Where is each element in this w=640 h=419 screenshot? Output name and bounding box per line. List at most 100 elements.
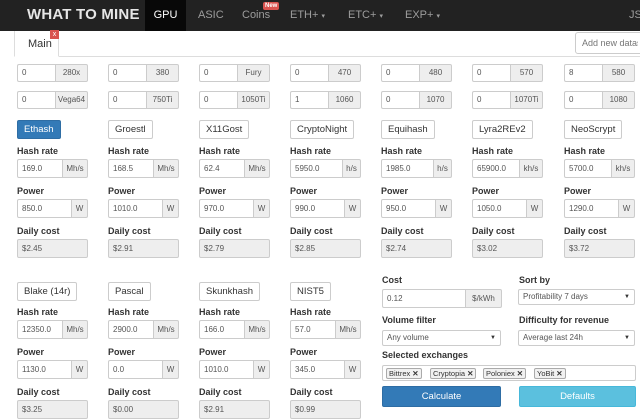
- algo-toggle-button[interactable]: Pascal: [108, 282, 151, 301]
- hashrate-input[interactable]: 168.5: [108, 159, 154, 178]
- gpu-quantity-input[interactable]: 0: [17, 64, 55, 82]
- algo-toggle-button[interactable]: Ethash: [17, 120, 61, 139]
- daily-cost-label: Daily cost: [17, 387, 60, 397]
- power-input[interactable]: 1010.0: [199, 360, 254, 379]
- hashrate-input[interactable]: 62.4: [199, 159, 245, 178]
- daily-cost-value: $0.99: [290, 400, 361, 419]
- hashrate-input[interactable]: 5700.0: [564, 159, 612, 178]
- hashrate-label: Hash rate: [108, 146, 150, 156]
- hashrate-input[interactable]: 2900.0: [108, 320, 154, 339]
- power-input[interactable]: 345.0: [290, 360, 345, 379]
- volume-filter-select[interactable]: Any volume ▼: [382, 330, 501, 346]
- power-unit: W: [163, 199, 179, 218]
- daily-cost-label: Daily cost: [199, 226, 242, 236]
- gpu-quantity-input[interactable]: 0: [108, 91, 146, 109]
- gpu-480: 0 480: [381, 64, 452, 82]
- nav-exp-label: EXP+: [405, 9, 434, 21]
- gpu-model-label: 280x: [55, 64, 88, 82]
- hashrate-unit: h/s: [434, 159, 452, 178]
- gpu-quantity-input[interactable]: 0: [290, 64, 328, 82]
- add-dataset-input[interactable]: [575, 32, 640, 54]
- hashrate-input[interactable]: 166.0: [199, 320, 245, 339]
- hashrate-label: Hash rate: [199, 146, 241, 156]
- nav-eth-dropdown[interactable]: ETH+ ▾: [290, 0, 325, 31]
- nav-coins[interactable]: Coins New: [242, 0, 280, 31]
- hashrate-group: 169.0 Mh/s: [17, 159, 88, 178]
- power-input[interactable]: 950.0: [381, 199, 436, 218]
- gpu-quantity-input[interactable]: 0: [564, 91, 602, 109]
- gpu-quantity-input[interactable]: 0: [381, 64, 419, 82]
- exchange-tag: YoBit ✕: [534, 368, 566, 379]
- cost-input[interactable]: 0.12: [382, 289, 466, 308]
- hashrate-input[interactable]: 12350.0: [17, 320, 63, 339]
- daily-cost-label: Daily cost: [290, 387, 333, 397]
- calculate-button[interactable]: Calculate: [382, 386, 501, 407]
- nav-exp-dropdown[interactable]: EXP+ ▾: [405, 0, 440, 31]
- gpu-quantity-input[interactable]: 0: [381, 91, 419, 109]
- volume-filter-label: Volume filter: [382, 315, 436, 325]
- user-menu[interactable]: JS: [629, 0, 640, 31]
- power-group: 1010.0 W: [108, 199, 179, 218]
- power-input[interactable]: 850.0: [17, 199, 72, 218]
- brand-logo[interactable]: WHAT TO MINE: [27, 6, 140, 23]
- algo-toggle-button[interactable]: Blake (14r): [17, 282, 78, 301]
- algo-toggle-button[interactable]: Groestl: [108, 120, 153, 139]
- hashrate-input[interactable]: 1985.0: [381, 159, 434, 178]
- gpu-model-label: 580: [602, 64, 635, 82]
- sort-select[interactable]: Profitability 7 days ▼: [518, 289, 635, 305]
- gpu-model-label: 570: [510, 64, 543, 82]
- power-input[interactable]: 0.0: [108, 360, 163, 379]
- close-icon[interactable]: x: [50, 30, 59, 39]
- gpu-quantity-input[interactable]: 0: [199, 64, 237, 82]
- hashrate-label: Hash rate: [290, 307, 332, 317]
- hashrate-input[interactable]: 5950.0: [290, 159, 343, 178]
- power-unit: W: [163, 360, 179, 379]
- power-label: Power: [199, 347, 227, 357]
- algo-toggle-button[interactable]: NIST5: [290, 282, 331, 301]
- hashrate-group: 12350.0 Mh/s: [17, 320, 88, 339]
- gpu-quantity-input[interactable]: 0: [199, 91, 237, 109]
- gpu-quantity-input[interactable]: 8: [564, 64, 602, 82]
- exchanges-multiselect[interactable]: Bittrex ✕ Cryptopia ✕ Poloniex ✕ YoBit ✕: [382, 365, 636, 381]
- defaults-button[interactable]: Defaults: [519, 386, 636, 407]
- power-input[interactable]: 970.0: [199, 199, 254, 218]
- chevron-down-icon: ▼: [624, 294, 630, 300]
- difficulty-select[interactable]: Average last 24h ▼: [518, 330, 635, 346]
- power-group: 1050.0 W: [472, 199, 543, 218]
- power-label: Power: [381, 186, 409, 196]
- hashrate-label: Hash rate: [108, 307, 150, 317]
- algo-toggle-button[interactable]: Skunkhash: [199, 282, 261, 301]
- hashrate-input[interactable]: 169.0: [17, 159, 63, 178]
- hashrate-input[interactable]: 65900.0: [472, 159, 520, 178]
- gpu-quantity-input[interactable]: 0: [472, 91, 510, 109]
- power-label: Power: [17, 347, 45, 357]
- algo-toggle-button[interactable]: CryptoNight: [290, 120, 355, 139]
- hashrate-group: 166.0 Mh/s: [199, 320, 270, 339]
- power-input[interactable]: 1130.0: [17, 360, 72, 379]
- algo-toggle-button[interactable]: NeoScrypt: [564, 120, 623, 139]
- daily-cost-label: Daily cost: [108, 387, 151, 397]
- exchange-tag: Cryptopia ✕: [430, 368, 477, 379]
- remove-icon[interactable]: ✕: [412, 369, 418, 378]
- algo-toggle-button[interactable]: X11Gost: [199, 120, 250, 139]
- remove-icon[interactable]: ✕: [556, 369, 562, 378]
- algo-toggle-button[interactable]: Equihash: [381, 120, 435, 139]
- hashrate-input[interactable]: 57.0: [290, 320, 336, 339]
- algo-toggle-button[interactable]: Lyra2REv2: [472, 120, 533, 139]
- gpu-quantity-input[interactable]: 0: [17, 91, 55, 109]
- power-input[interactable]: 1290.0: [564, 199, 619, 218]
- power-input[interactable]: 990.0: [290, 199, 345, 218]
- nav-gpu[interactable]: GPU: [145, 0, 186, 31]
- power-input[interactable]: 1010.0: [108, 199, 163, 218]
- nav-etc-dropdown[interactable]: ETC+ ▾: [348, 0, 383, 31]
- power-unit: W: [254, 199, 270, 218]
- gpu-quantity-input[interactable]: 0: [472, 64, 510, 82]
- power-label: Power: [17, 186, 45, 196]
- gpu-quantity-input[interactable]: 0: [108, 64, 146, 82]
- nav-asic[interactable]: ASIC: [198, 0, 224, 31]
- remove-icon[interactable]: ✕: [517, 369, 523, 378]
- remove-icon[interactable]: ✕: [467, 369, 473, 378]
- gpu-quantity-input[interactable]: 1: [290, 91, 328, 109]
- daily-cost-value: $3.25: [17, 400, 88, 419]
- power-input[interactable]: 1050.0: [472, 199, 527, 218]
